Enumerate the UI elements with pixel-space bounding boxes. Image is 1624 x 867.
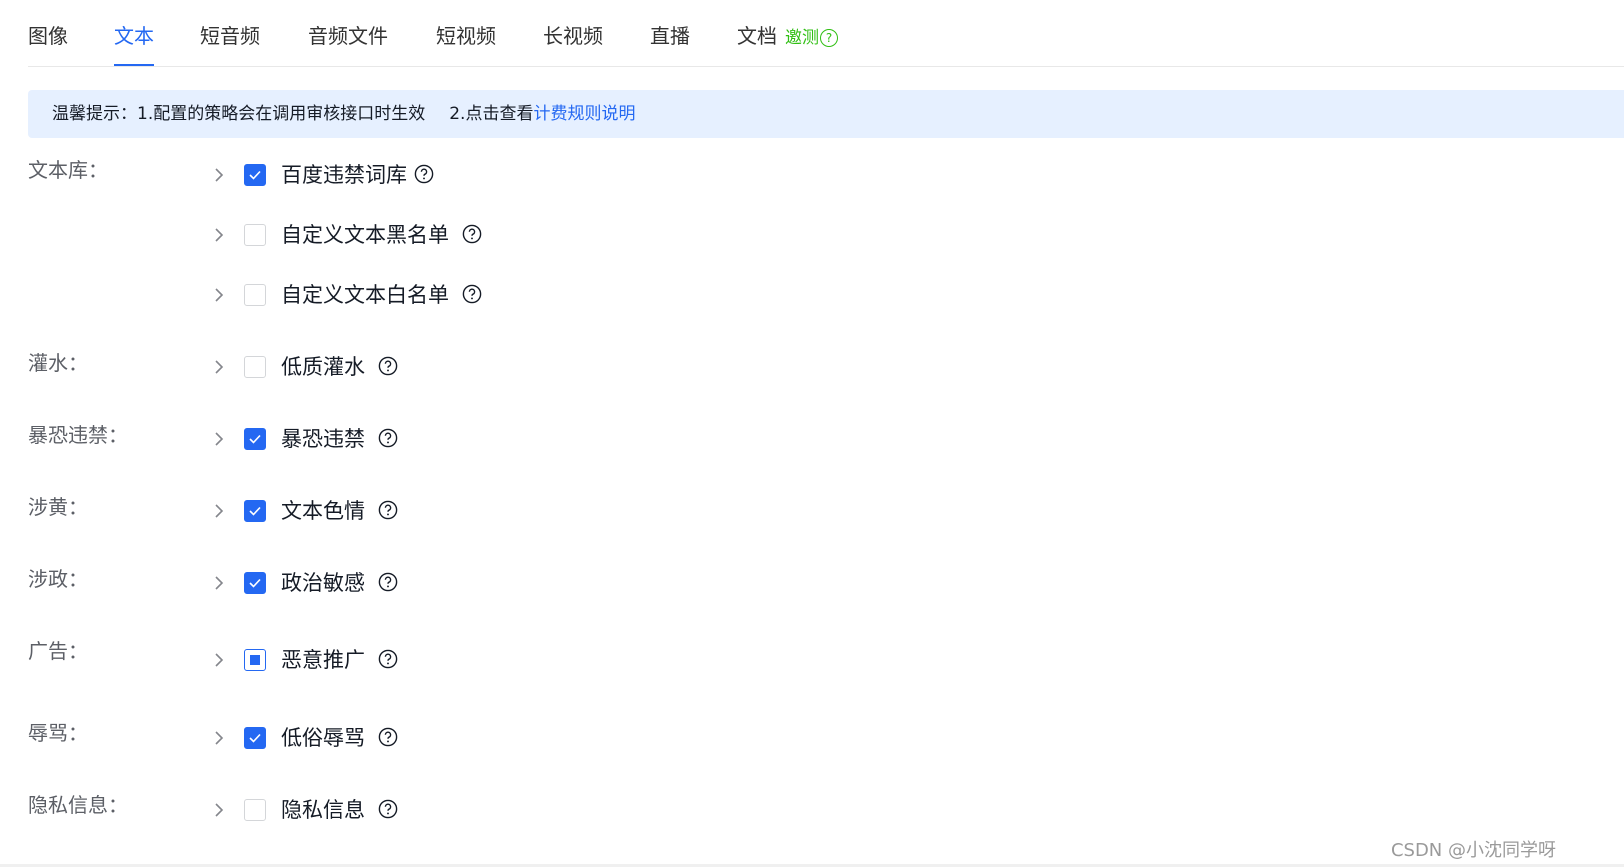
text-audit-config-page: 图像 文本 短音频 音频文件 短视频 长视频 直播 文档 邀测? 温馨提示：1.配…: [0, 0, 1624, 867]
tab-label: 文档: [737, 24, 777, 48]
tab-label: 直播: [650, 24, 690, 48]
checkbox-text-porn[interactable]: [244, 500, 266, 522]
question-circle-icon[interactable]: [414, 164, 434, 184]
checkbox-low-quality-spam[interactable]: [244, 356, 266, 378]
chevron-right-icon[interactable]: [210, 358, 228, 376]
tab-image[interactable]: 图像: [28, 22, 68, 50]
group-label-ads: 广告：: [28, 639, 88, 663]
question-circle-icon[interactable]: [378, 500, 398, 520]
tab-label: 长视频: [543, 24, 603, 48]
chevron-right-icon[interactable]: [210, 502, 228, 520]
group-label-abuse: 辱骂：: [28, 721, 88, 745]
chevron-right-icon[interactable]: [210, 651, 228, 669]
question-circle-icon[interactable]: [378, 727, 398, 747]
question-circle-icon[interactable]: [378, 428, 398, 448]
beta-badge: 邀测: [785, 28, 819, 48]
chevron-right-icon[interactable]: [210, 166, 228, 184]
check-icon: [249, 733, 261, 743]
check-icon: [249, 434, 261, 444]
check-icon: [249, 170, 261, 180]
tab-label: 短音频: [200, 24, 260, 48]
question-circle-icon[interactable]: [462, 284, 482, 304]
item-label[interactable]: 低质灌水: [281, 353, 365, 381]
group-label-privacy: 隐私信息：: [28, 793, 128, 817]
item-label[interactable]: 恶意推广: [281, 646, 365, 674]
chevron-right-icon[interactable]: [210, 226, 228, 244]
checkbox-vulgar-abuse[interactable]: [244, 727, 266, 749]
indeterminate-icon: [250, 655, 260, 665]
watermark: CSDN @小沈同学呀: [1390, 840, 1556, 861]
checkbox-political-sensitive[interactable]: [244, 572, 266, 594]
question-circle-icon[interactable]: [378, 799, 398, 819]
chevron-right-icon[interactable]: [210, 801, 228, 819]
item-label[interactable]: 自定义文本白名单: [281, 281, 449, 309]
check-icon: [249, 506, 261, 516]
check-icon: [249, 578, 261, 588]
question-circle-icon[interactable]: [378, 649, 398, 669]
tab-long-video[interactable]: 长视频: [543, 22, 603, 50]
group-label-politics: 涉政：: [28, 567, 88, 591]
chevron-right-icon[interactable]: [210, 574, 228, 592]
notice-bar: 温馨提示：1.配置的策略会在调用审核接口时生效 2.点击查看计费规则说明: [28, 90, 1624, 138]
checkbox-baidu-banned-words[interactable]: [244, 164, 266, 186]
tab-short-audio[interactable]: 短音频: [200, 22, 260, 50]
item-label[interactable]: 暴恐违禁: [281, 425, 365, 453]
item-label[interactable]: 低俗辱骂: [281, 724, 365, 752]
tab-document[interactable]: 文档 邀测?: [737, 22, 838, 52]
chevron-right-icon[interactable]: [210, 729, 228, 747]
chevron-right-icon[interactable]: [210, 286, 228, 304]
question-circle-icon[interactable]: [378, 356, 398, 376]
checkbox-malicious-promotion[interactable]: [244, 649, 266, 671]
tab-live[interactable]: 直播: [650, 22, 690, 50]
billing-rules-link[interactable]: 计费规则说明: [533, 104, 635, 124]
tab-label: 图像: [28, 24, 68, 48]
checkbox-privacy-info[interactable]: [244, 799, 266, 821]
notice-text-2: 2.点击查看: [449, 104, 534, 124]
item-label[interactable]: 隐私信息: [281, 796, 365, 824]
notice-text: 温馨提示：1.配置的策略会在调用审核接口时生效: [52, 104, 426, 124]
item-label[interactable]: 百度违禁词库: [281, 161, 407, 189]
question-circle-icon[interactable]: ?: [820, 29, 838, 47]
chevron-right-icon[interactable]: [210, 430, 228, 448]
item-label[interactable]: 自定义文本黑名单: [281, 221, 449, 249]
media-type-tabs: 图像 文本 短音频 音频文件 短视频 长视频 直播 文档 邀测?: [28, 0, 1624, 67]
group-label-porn: 涉黄：: [28, 495, 88, 519]
tab-short-video[interactable]: 短视频: [436, 22, 496, 50]
checkbox-custom-whitelist[interactable]: [244, 284, 266, 306]
tab-text[interactable]: 文本: [114, 22, 154, 66]
tab-label: 音频文件: [308, 24, 388, 48]
item-label[interactable]: 政治敏感: [281, 569, 365, 597]
group-label-terrorism: 暴恐违禁：: [28, 423, 128, 447]
group-label-spam: 灌水：: [28, 351, 88, 375]
question-circle-icon[interactable]: [462, 224, 482, 244]
question-circle-icon[interactable]: [378, 572, 398, 592]
group-label-text-library: 文本库：: [28, 158, 108, 182]
checkbox-terrorism[interactable]: [244, 428, 266, 450]
item-label[interactable]: 文本色情: [281, 497, 365, 525]
checkbox-custom-blacklist[interactable]: [244, 224, 266, 246]
tab-audio-file[interactable]: 音频文件: [308, 22, 388, 50]
tab-label: 短视频: [436, 24, 496, 48]
tab-label: 文本: [114, 24, 154, 48]
